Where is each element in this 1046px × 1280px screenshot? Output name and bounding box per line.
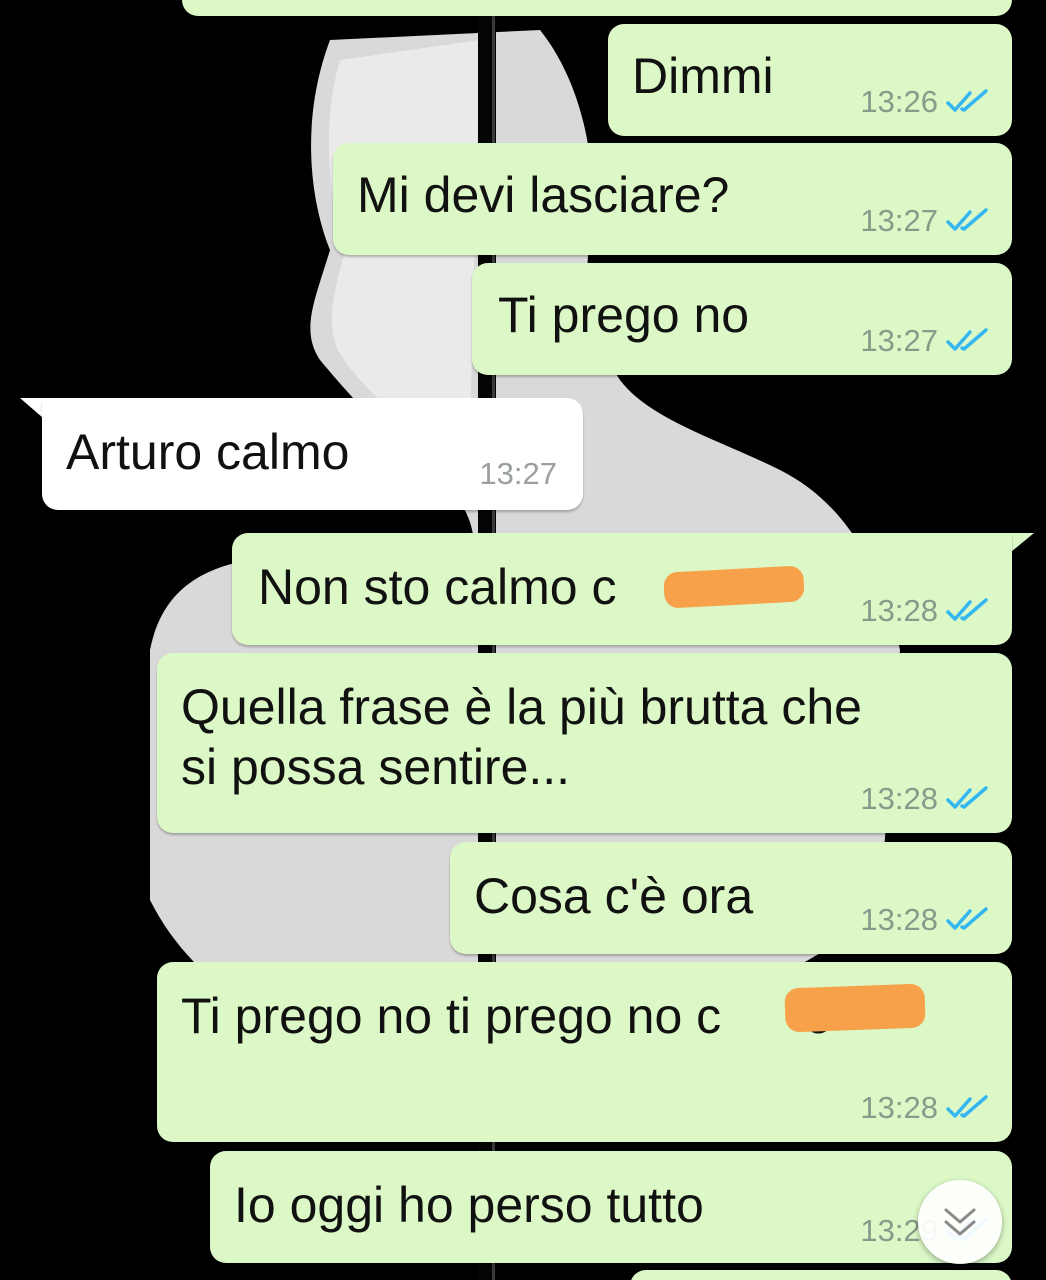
message-bubble[interactable]: Io oggi ho perso tutto 13:29 xyxy=(210,1151,1012,1263)
message-time: 13:27 xyxy=(860,323,938,358)
redaction-mark xyxy=(784,983,926,1033)
message-time: 13:28 xyxy=(860,781,938,816)
message-text: Cosa c'è ora xyxy=(474,868,754,924)
message-bubble[interactable]: Ti prego no 13:27 xyxy=(472,263,1012,375)
message-time: 13:27 xyxy=(479,456,557,491)
message-text: Arturo calmo xyxy=(66,424,350,480)
message-text: Io oggi ho perso tutto xyxy=(234,1177,704,1233)
message-bubble[interactable]: Quella frase è la più brutta che si poss… xyxy=(157,653,1012,833)
double-check-icon xyxy=(946,786,988,809)
chat-screen: Dimmi 13:26 Mi devi lasciare? 13:27 Ti p… xyxy=(0,0,1046,1280)
double-check-icon xyxy=(946,598,988,621)
double-check-icon xyxy=(946,208,988,231)
message-time: 13:28 xyxy=(860,593,938,628)
double-check-icon xyxy=(946,89,988,112)
chevron-down-icon xyxy=(944,1208,976,1236)
message-text: Ti prego no ti prego no c o xyxy=(181,988,833,1044)
double-check-icon xyxy=(946,907,988,930)
scroll-to-bottom-button[interactable] xyxy=(918,1180,1002,1264)
message-bubble[interactable]: Dimmi 13:26 xyxy=(608,24,1012,136)
message-bubble[interactable]: Non sto calmo c o 13:28 xyxy=(232,533,1012,645)
double-check-icon xyxy=(946,328,988,351)
message-text: Non sto calmo c o xyxy=(258,559,700,615)
message-bubble[interactable]: Cosa c'è ora 13:28 xyxy=(450,842,1012,954)
message-time: 13:27 xyxy=(860,203,938,238)
message-bubble[interactable]: Ti prego no ti prego no c o 13:28 xyxy=(157,962,1012,1142)
message-bubble-partial[interactable] xyxy=(182,0,1012,16)
message-text: Mi devi lasciare? xyxy=(357,167,730,223)
double-check-icon xyxy=(946,1095,988,1118)
message-time: 13:26 xyxy=(860,84,938,119)
message-bubble-partial[interactable] xyxy=(630,1270,1012,1280)
message-bubble[interactable]: Arturo calmo 13:27 xyxy=(42,398,583,510)
message-bubble[interactable]: Mi devi lasciare? 13:27 xyxy=(333,143,1012,255)
message-time: 13:28 xyxy=(860,1090,938,1125)
message-text: Dimmi xyxy=(632,48,774,104)
message-time: 13:28 xyxy=(860,902,938,937)
redaction-mark xyxy=(663,565,805,609)
message-text: Quella frase è la più brutta che si poss… xyxy=(181,679,862,795)
message-text: Ti prego no xyxy=(498,287,750,343)
